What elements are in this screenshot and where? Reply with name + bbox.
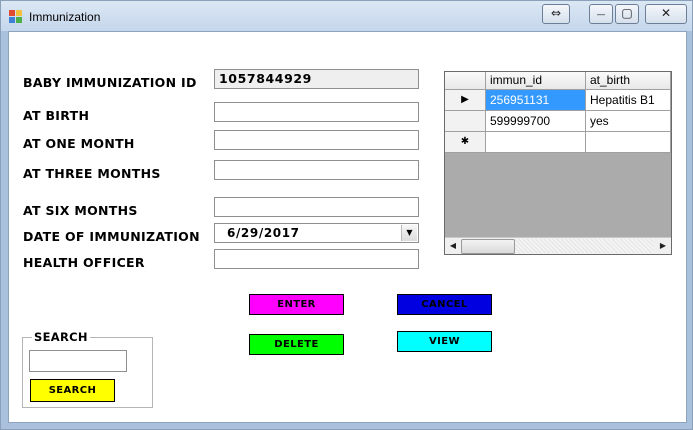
minimize-icon: — xyxy=(596,10,606,20)
window-title: Immunization xyxy=(29,10,101,24)
search-group-title: SEARCH xyxy=(32,330,90,344)
new-row-asterisk-icon[interactable]: ✱ xyxy=(445,132,486,153)
horizontal-scrollbar[interactable]: ◀ ▶ xyxy=(445,237,671,254)
enter-button[interactable]: ENTER xyxy=(249,294,344,315)
column-header-immun-id[interactable]: immun_id xyxy=(486,72,586,90)
form-client-area: BABY IMMUNIZATION ID 1057844929 AT BIRTH… xyxy=(8,31,687,423)
date-value: 6/29/2017 xyxy=(227,226,300,240)
grid-corner-cell[interactable] xyxy=(445,72,486,90)
baby-id-field[interactable]: 1057844929 xyxy=(214,69,419,89)
column-header-at-birth[interactable]: at_birth xyxy=(586,72,671,90)
new-row[interactable]: ✱ xyxy=(445,132,671,153)
at-birth-field[interactable] xyxy=(214,102,419,122)
maximize-button[interactable]: ▢ xyxy=(615,4,639,24)
table-row[interactable]: ▶ 256951131 Hepatitis B1 xyxy=(445,90,671,111)
resize-button[interactable]: ⇔ xyxy=(542,4,570,24)
search-button[interactable]: SEARCH xyxy=(30,379,115,402)
at-birth-label: AT BIRTH xyxy=(23,108,90,123)
one-month-label: AT ONE MONTH xyxy=(23,136,135,151)
table-row[interactable]: 599999700 yes xyxy=(445,111,671,132)
cancel-button[interactable]: CANCEL xyxy=(397,294,492,315)
chevron-down-icon[interactable]: ▼ xyxy=(401,225,417,241)
form-icon xyxy=(9,10,23,23)
cell-immun-id[interactable]: 599999700 xyxy=(486,111,586,132)
immunization-grid[interactable]: immun_id at_birth ▶ 256951131 Hepatitis … xyxy=(444,71,672,255)
three-months-field[interactable] xyxy=(214,160,419,180)
six-months-label: AT SIX MONTHS xyxy=(23,203,138,218)
cell-at-birth[interactable]: Hepatitis B1 xyxy=(586,90,671,111)
view-button[interactable]: VIEW xyxy=(397,331,492,352)
delete-button[interactable]: DELETE xyxy=(249,334,344,355)
title-bar[interactable]: Immunization ⇔ — ▢ ✕ xyxy=(1,1,692,31)
new-cell-at-birth[interactable] xyxy=(586,132,671,153)
health-officer-field[interactable] xyxy=(214,249,419,269)
resize-icon: ⇔ xyxy=(550,6,562,20)
search-input[interactable] xyxy=(29,350,127,372)
baby-id-label: BABY IMMUNIZATION ID xyxy=(23,75,197,90)
close-button[interactable]: ✕ xyxy=(645,4,687,24)
new-cell-immun-id[interactable] xyxy=(486,132,586,153)
scrollbar-track[interactable] xyxy=(515,239,653,253)
row-selector[interactable] xyxy=(445,111,486,132)
scrollbar-thumb[interactable] xyxy=(461,239,515,254)
maximize-icon: ▢ xyxy=(621,6,633,20)
date-picker[interactable]: 6/29/2017 ▼ xyxy=(214,223,419,243)
scroll-right-icon[interactable]: ▶ xyxy=(655,238,671,254)
officer-label: HEALTH OFFICER xyxy=(23,255,145,270)
cell-at-birth[interactable]: yes xyxy=(586,111,671,132)
row-selector-arrow-icon[interactable]: ▶ xyxy=(445,90,486,111)
date-label: DATE OF IMMUNIZATION xyxy=(23,229,200,244)
close-icon: ✕ xyxy=(660,6,672,20)
three-months-label: AT THREE MONTHS xyxy=(23,166,161,181)
six-months-field[interactable] xyxy=(214,197,419,217)
app-window: Immunization ⇔ — ▢ ✕ BABY IMMUNIZATION I… xyxy=(0,0,693,430)
minimize-button[interactable]: — xyxy=(589,4,613,24)
scroll-left-icon[interactable]: ◀ xyxy=(445,238,461,254)
one-month-field[interactable] xyxy=(214,130,419,150)
cell-immun-id[interactable]: 256951131 xyxy=(486,90,586,111)
search-groupbox: SEARCH SEARCH xyxy=(22,330,153,408)
